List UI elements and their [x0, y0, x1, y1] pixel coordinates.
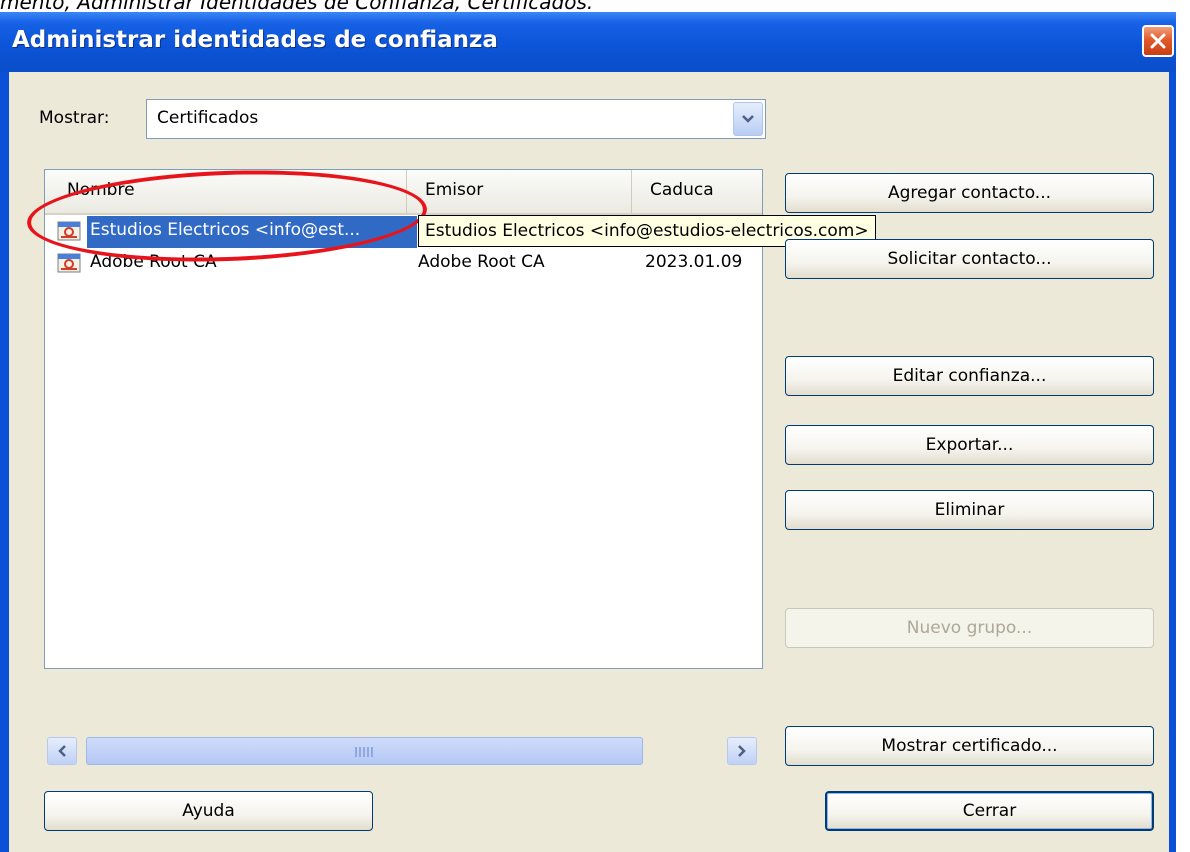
request-contact-button[interactable]: Solicitar contacto...: [785, 239, 1154, 279]
dialog-body: Mostrar: Certificados Nombre Emisor Cadu…: [9, 72, 1169, 852]
certificate-icon: [57, 253, 81, 273]
chevron-left-icon: [58, 745, 66, 757]
scroll-right-button[interactable]: [727, 737, 757, 765]
dropdown-arrow-button[interactable]: [733, 102, 763, 136]
page-caption: mento, Administrar Identidades de Confia…: [0, 0, 594, 14]
show-certificate-button[interactable]: Mostrar certificado...: [785, 726, 1154, 766]
close-button[interactable]: Cerrar: [825, 791, 1154, 831]
new-group-button[interactable]: Nuevo grupo...: [785, 608, 1154, 648]
close-window-button[interactable]: [1142, 25, 1174, 57]
chevron-right-icon: [738, 745, 746, 757]
scroll-thumb[interactable]: [86, 737, 643, 765]
row-expires: 2023.01.09: [645, 252, 743, 272]
row-issuer: Adobe Root CA: [418, 252, 545, 272]
window-title: Administrar identidades de confianza: [12, 27, 498, 53]
column-header-issuer[interactable]: Emisor: [407, 170, 632, 213]
add-contact-button[interactable]: Agregar contacto...: [785, 173, 1154, 213]
show-dropdown[interactable]: Certificados: [146, 99, 766, 139]
help-button[interactable]: Ayuda: [44, 791, 373, 831]
scroll-left-button[interactable]: [47, 737, 77, 765]
grip-icon: [355, 747, 375, 757]
edit-trust-button[interactable]: Editar confianza...: [785, 356, 1154, 396]
title-bar[interactable]: Administrar identidades de confianza: [0, 12, 1176, 72]
chevron-down-icon: [742, 115, 754, 123]
close-icon: [1150, 33, 1166, 49]
column-header-expires[interactable]: Caduca: [632, 170, 762, 213]
show-dropdown-value: Certificados: [157, 108, 259, 128]
export-button[interactable]: Exportar...: [785, 425, 1154, 465]
trusted-identities-dialog: Administrar identidades de confianza Mos…: [0, 12, 1176, 852]
show-label: Mostrar:: [39, 108, 110, 128]
delete-button[interactable]: Eliminar: [785, 490, 1154, 530]
